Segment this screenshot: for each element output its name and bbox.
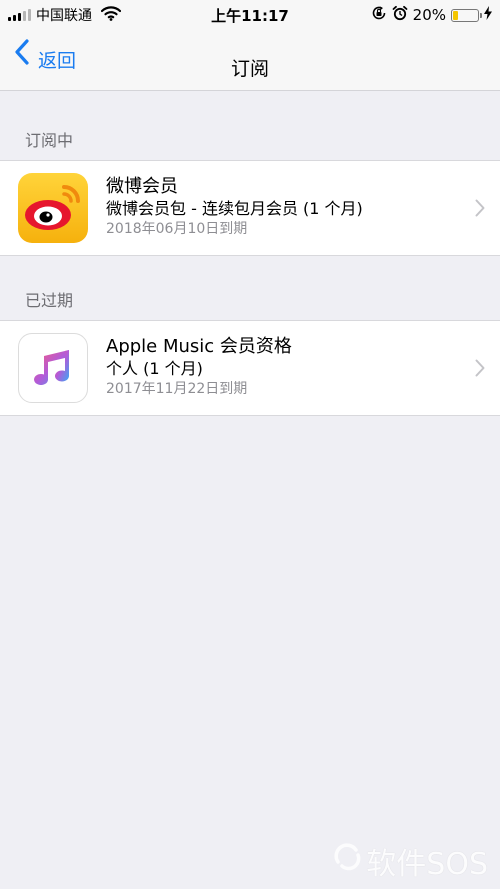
section-header-active: 订阅中 bbox=[25, 131, 74, 150]
navigation-bar: 返回 订阅 bbox=[0, 28, 500, 91]
watermark-logo-icon bbox=[332, 842, 362, 880]
watermark: 软件SOS bbox=[332, 839, 488, 883]
battery-percent: 20% bbox=[412, 6, 446, 24]
subscription-plan: 个人 (1 个月) bbox=[106, 359, 203, 378]
subscription-row-apple-music[interactable]: Apple Music 会员资格 个人 (1 个月) 2017年11月22日到期 bbox=[0, 320, 500, 416]
subscription-row-weibo[interactable]: 微博会员 微博会员包 - 连续包月会员 (1 个月) 2018年06月10日到期 bbox=[0, 160, 500, 256]
page-title: 订阅 bbox=[230, 58, 269, 80]
watermark-text: 软件SOS bbox=[366, 847, 488, 882]
status-right: 20% bbox=[371, 5, 492, 25]
chevron-right-icon bbox=[475, 359, 485, 381]
status-bar: 中国联通 上午11:17 20% bbox=[0, 0, 500, 28]
battery-level bbox=[453, 10, 458, 20]
subscription-expiry: 2018年06月10日到期 bbox=[106, 221, 248, 237]
apple-music-app-icon bbox=[18, 333, 88, 403]
section-header-expired: 已过期 bbox=[25, 291, 74, 310]
subscription-plan: 微博会员包 - 连续包月会员 (1 个月) bbox=[106, 199, 363, 218]
battery-icon bbox=[451, 8, 482, 22]
subscription-title: Apple Music 会员资格 bbox=[106, 336, 292, 357]
subscription-info: 微博会员 微博会员包 - 连续包月会员 (1 个月) 2018年06月10日到期 bbox=[106, 175, 363, 239]
subscription-info: Apple Music 会员资格 个人 (1 个月) 2017年11月22日到期 bbox=[106, 335, 292, 399]
weibo-app-icon bbox=[18, 173, 88, 243]
alarm-icon bbox=[392, 5, 408, 25]
orientation-lock-icon bbox=[371, 5, 387, 25]
charging-icon bbox=[484, 6, 492, 24]
subscription-title: 微博会员 bbox=[106, 176, 178, 197]
chevron-right-icon bbox=[475, 199, 485, 221]
subscription-expiry: 2017年11月22日到期 bbox=[106, 381, 248, 397]
